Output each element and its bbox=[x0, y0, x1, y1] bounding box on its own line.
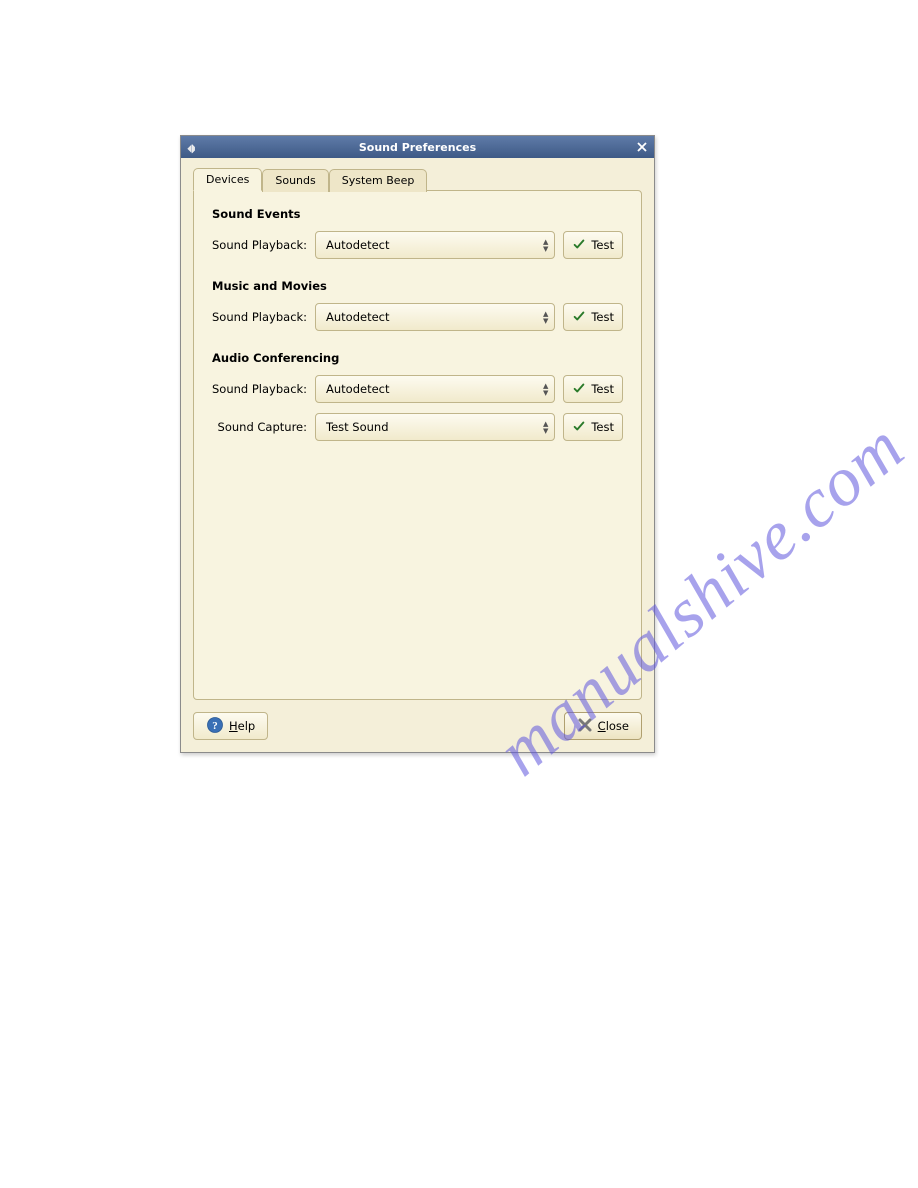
combo-music-movies-playback[interactable]: Autodetect ▲▼ bbox=[315, 303, 555, 331]
dialog-footer: ? Help Close bbox=[193, 712, 642, 740]
combo-value: Autodetect bbox=[326, 382, 390, 396]
tab-bar: Devices Sounds System Beep bbox=[193, 168, 642, 191]
label-music-movies-playback: Sound Playback: bbox=[212, 310, 307, 324]
section-sound-events: Sound Events Sound Playback: Autodetect … bbox=[212, 207, 623, 259]
combo-sound-events-playback[interactable]: Autodetect ▲▼ bbox=[315, 231, 555, 259]
combo-audio-conf-capture[interactable]: Test Sound ▲▼ bbox=[315, 413, 555, 441]
tab-system-beep[interactable]: System Beep bbox=[329, 169, 428, 192]
window-title: Sound Preferences bbox=[181, 141, 654, 154]
tab-devices[interactable]: Devices bbox=[193, 168, 262, 191]
help-button[interactable]: ? Help bbox=[193, 712, 268, 740]
test-button-label: Test bbox=[591, 382, 614, 396]
window-content: Devices Sounds System Beep Sound Events … bbox=[181, 158, 654, 752]
label-sound-events-playback: Sound Playback: bbox=[212, 238, 307, 252]
check-icon bbox=[572, 237, 586, 254]
section-audio-conferencing: Audio Conferencing Sound Playback: Autod… bbox=[212, 351, 623, 441]
combo-audio-conf-playback[interactable]: Autodetect ▲▼ bbox=[315, 375, 555, 403]
check-icon bbox=[572, 309, 586, 326]
test-button-label: Test bbox=[591, 420, 614, 434]
row-audio-conf-capture: Sound Capture: Test Sound ▲▼ Test bbox=[212, 413, 623, 441]
titlebar[interactable]: Sound Preferences bbox=[181, 136, 654, 158]
section-music-movies: Music and Movies Sound Playback: Autodet… bbox=[212, 279, 623, 331]
section-header-sound-events: Sound Events bbox=[212, 207, 623, 221]
test-button-label: Test bbox=[591, 310, 614, 324]
updown-icon: ▲▼ bbox=[543, 383, 548, 396]
help-icon: ? bbox=[206, 716, 224, 737]
close-button-label: Close bbox=[598, 719, 629, 733]
label-audio-conf-playback: Sound Playback: bbox=[212, 382, 307, 396]
updown-icon: ▲▼ bbox=[543, 421, 548, 434]
combo-value: Test Sound bbox=[326, 420, 389, 434]
label-audio-conf-capture: Sound Capture: bbox=[212, 420, 307, 434]
svg-text:?: ? bbox=[212, 720, 218, 732]
combo-value: Autodetect bbox=[326, 310, 390, 324]
row-audio-conf-playback: Sound Playback: Autodetect ▲▼ Test bbox=[212, 375, 623, 403]
section-header-audio-conferencing: Audio Conferencing bbox=[212, 351, 623, 365]
tab-panel-devices: Sound Events Sound Playback: Autodetect … bbox=[193, 190, 642, 700]
test-button-music-movies[interactable]: Test bbox=[563, 303, 623, 331]
test-button-audio-conf-playback[interactable]: Test bbox=[563, 375, 623, 403]
test-button-audio-conf-capture[interactable]: Test bbox=[563, 413, 623, 441]
sound-preferences-window: Sound Preferences Devices Sounds System … bbox=[180, 135, 655, 753]
test-button-label: Test bbox=[591, 238, 614, 252]
row-sound-events-playback: Sound Playback: Autodetect ▲▼ Test bbox=[212, 231, 623, 259]
close-icon bbox=[577, 717, 593, 736]
check-icon bbox=[572, 419, 586, 436]
check-icon bbox=[572, 381, 586, 398]
close-button[interactable]: Close bbox=[564, 712, 642, 740]
section-header-music-movies: Music and Movies bbox=[212, 279, 623, 293]
close-icon bbox=[637, 142, 647, 152]
row-music-movies-playback: Sound Playback: Autodetect ▲▼ Test bbox=[212, 303, 623, 331]
updown-icon: ▲▼ bbox=[543, 239, 548, 252]
help-button-label: Help bbox=[229, 719, 255, 733]
combo-value: Autodetect bbox=[326, 238, 390, 252]
test-button-sound-events[interactable]: Test bbox=[563, 231, 623, 259]
window-close-button[interactable] bbox=[634, 139, 650, 155]
updown-icon: ▲▼ bbox=[543, 311, 548, 324]
tab-sounds[interactable]: Sounds bbox=[262, 169, 328, 192]
